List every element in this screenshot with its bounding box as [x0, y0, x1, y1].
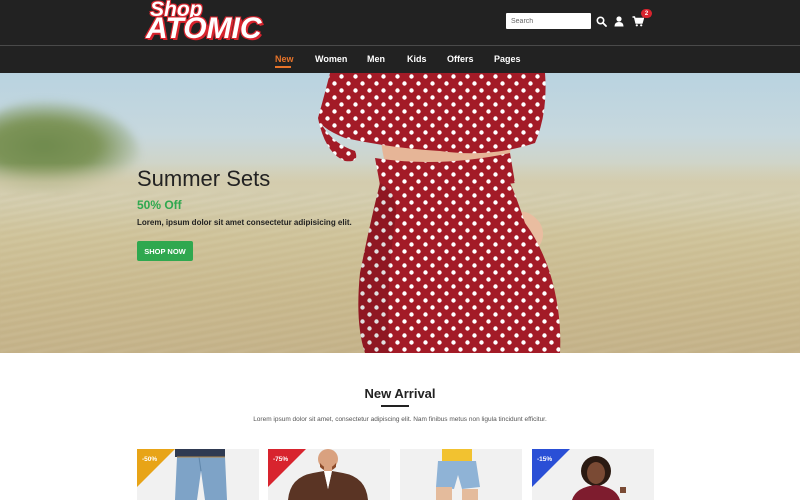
nav-item-pages[interactable]: Pages — [494, 54, 521, 64]
nav-item-new[interactable]: New — [275, 54, 294, 64]
nav-item-offers[interactable]: Offers — [447, 54, 474, 64]
active-nav-indicator — [275, 66, 291, 68]
nav-item-women[interactable]: Women — [315, 54, 347, 64]
discount-ribbon — [532, 449, 570, 487]
hero-discount: 50% Off — [137, 198, 182, 212]
product-card[interactable]: -15% — [532, 449, 654, 500]
nav-item-kids[interactable]: Kids — [407, 54, 427, 64]
discount-ribbon — [137, 449, 175, 487]
new-arrival-title: New Arrival — [364, 386, 436, 401]
nav-item-men[interactable]: Men — [367, 54, 385, 64]
shop-now-button[interactable]: SHOP NOW — [137, 241, 193, 261]
top-header: Shop ATOMIC 2 — [0, 0, 800, 45]
section-divider — [381, 405, 409, 407]
hero-model-image — [318, 73, 561, 353]
search-input[interactable] — [506, 13, 591, 29]
discount-badge: -50% — [142, 456, 158, 463]
cart-count-badge: 2 — [641, 9, 652, 18]
logo-atomic-text: ATOMIC — [146, 12, 262, 45]
product-card[interactable]: -75% — [268, 449, 390, 500]
shop-atomic-logo[interactable]: Shop ATOMIC — [146, 0, 276, 45]
hero-title: Summer Sets — [137, 166, 271, 191]
hero-banner: Summer Sets 50% Off Lorem, ipsum dolor s… — [0, 73, 800, 353]
main-nav: New Women Men Kids Offers Pages — [0, 45, 800, 73]
product-card[interactable] — [400, 449, 522, 500]
new-arrival-description: Lorem ipsum dolor sit amet, consectetur … — [253, 416, 547, 423]
hero-description: Lorem, ipsum dolor sit amet consectetur … — [137, 218, 352, 227]
user-icon[interactable] — [612, 13, 626, 29]
discount-ribbon — [268, 449, 306, 487]
discount-badge: -75% — [273, 456, 289, 463]
product-image-shorts — [436, 449, 480, 500]
product-card[interactable]: -50% — [137, 449, 259, 500]
discount-badge: -15% — [537, 456, 553, 463]
search-icon[interactable] — [594, 13, 608, 29]
